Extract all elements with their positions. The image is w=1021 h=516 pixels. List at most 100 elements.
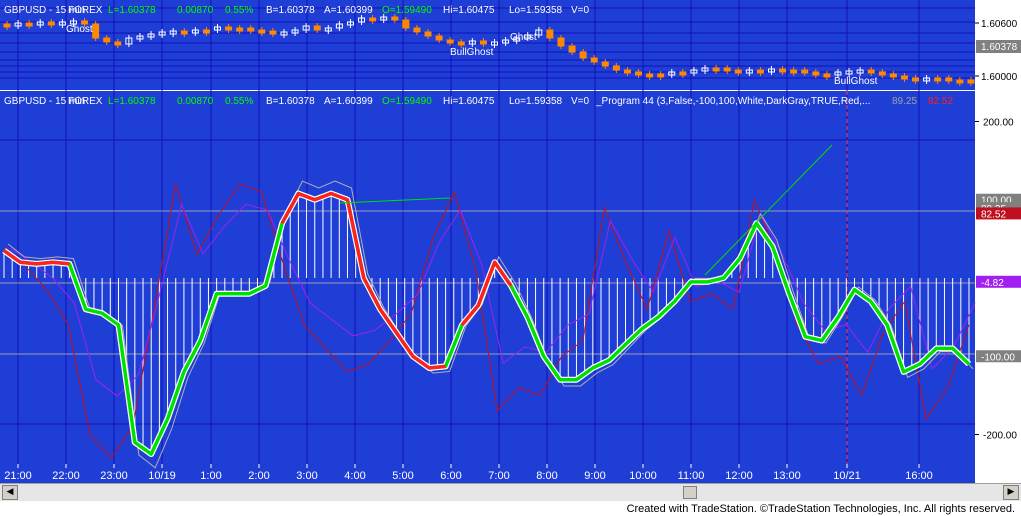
time-axis-label: 6:00 — [440, 470, 461, 482]
header-quote: Lo=1.59358 — [509, 96, 563, 107]
candle-body — [812, 71, 820, 76]
candle-body — [790, 69, 798, 74]
header-quote: Lo=1.59358 — [509, 5, 563, 16]
time-axis-label: 4:00 — [344, 470, 365, 482]
candle-body — [236, 27, 244, 32]
candle-body — [612, 65, 620, 71]
scroll-right-icon[interactable]: ▶ — [1003, 485, 1019, 500]
chart-market: FOREX — [68, 5, 103, 16]
candle-body — [568, 45, 576, 53]
candle-body — [546, 29, 554, 39]
time-axis-label: 10:00 — [629, 470, 657, 482]
header-quote: B=1.60378 — [266, 96, 315, 107]
time-axis-label: 7:00 — [488, 470, 509, 482]
indicator-value-label: -4.82 — [981, 278, 1004, 289]
time-axis-label: 3:00 — [296, 470, 317, 482]
header-quote: O=1.59490 — [382, 5, 432, 16]
candle-body — [202, 29, 210, 34]
candle-body — [712, 67, 720, 72]
candle-body — [734, 69, 742, 74]
candle-body — [269, 30, 277, 35]
candle-body — [391, 16, 399, 21]
copyright-footer: Created with TradeStation. ©TradeStation… — [626, 503, 1015, 515]
chart-canvas[interactable]: GBPUSD - 15 minFOREX L=1.60378 0.00870 0.55… — [0, 0, 1021, 516]
price-axis-label: 1.60600 — [981, 19, 1018, 30]
time-axis-label: 8:00 — [536, 470, 557, 482]
ghost-label: BullGhost — [834, 76, 878, 87]
candle-body — [369, 17, 377, 22]
candle-body — [92, 23, 100, 39]
header-quote: 0.55% — [225, 96, 253, 107]
time-axis-label: 21:00 — [4, 470, 32, 482]
candle-body — [878, 71, 886, 76]
time-axis-label: 16:00 — [905, 470, 933, 482]
candle-body — [590, 57, 598, 63]
header-quote: Hi=1.60475 — [443, 96, 495, 107]
candle-body — [47, 21, 55, 26]
candle-body — [180, 30, 188, 35]
candle-body — [413, 27, 421, 33]
time-axis-label: 9:00 — [584, 470, 605, 482]
candle-body — [258, 29, 266, 34]
header-quote: L=1.60378 — [108, 5, 156, 16]
indicator-value-label: 82.52 — [981, 209, 1006, 220]
header-quote: 0.00870 — [177, 96, 214, 107]
indicator-axis-label: 200.00 — [983, 117, 1014, 128]
candle-body — [601, 61, 609, 67]
price-axis-label: 1.60000 — [981, 72, 1018, 83]
candle-body — [867, 69, 875, 74]
indicator-value-label: -100.00 — [981, 352, 1015, 363]
indicator-pane-text: GBPUSD - 15 minFOREX L=1.60378 0.00870 0.55… — [4, 96, 953, 107]
time-axis-label: 23:00 — [100, 470, 128, 482]
header-quote: A=1.60399 — [324, 5, 373, 16]
candle-body — [723, 67, 731, 72]
time-axis-label: 12:00 — [725, 470, 753, 482]
candle-body — [823, 73, 831, 78]
candle-body — [956, 79, 964, 84]
candle-body — [679, 71, 687, 76]
candle-body — [557, 37, 565, 47]
time-axis-label: 22:00 — [52, 470, 80, 482]
candle-body — [657, 73, 665, 78]
time-axis-label: 10/19 — [148, 470, 176, 482]
time-axis-label: 5:00 — [392, 470, 413, 482]
candle-body — [945, 77, 953, 82]
candle-body — [756, 69, 764, 74]
time-axis-label: 13:00 — [773, 470, 801, 482]
header-quote: A=1.60399 — [324, 96, 373, 107]
candle-body — [435, 35, 443, 41]
candle-body — [225, 26, 233, 31]
candle-body — [579, 51, 587, 59]
time-axis-label: 10/21 — [833, 470, 861, 482]
header-quote: 0.00870 — [177, 5, 214, 16]
candle-body — [457, 41, 465, 46]
scroll-thumb[interactable] — [683, 486, 697, 499]
last-price-label: 1.60378 — [981, 42, 1018, 53]
study-value: 82.52 — [928, 96, 953, 107]
ghost-label: BullGhost — [450, 47, 494, 58]
indicator-axis-label: -200.00 — [983, 431, 1017, 442]
candle-body — [424, 31, 432, 37]
header-quote: B=1.60378 — [266, 5, 315, 16]
time-axis-label: 2:00 — [248, 470, 269, 482]
study-title: _Program 44 (3,False,-100,100,White,Dark… — [595, 96, 870, 107]
ghost-label: Ghost — [510, 32, 537, 43]
scroll-left-icon[interactable]: ◀ — [2, 485, 18, 500]
candle-body — [934, 77, 942, 82]
candle-body — [114, 41, 122, 46]
horizontal-scrollbar[interactable]: ◀ ▶ — [0, 483, 1021, 501]
time-axis-label: 11:00 — [678, 470, 705, 482]
candle-body — [889, 73, 897, 78]
header-quote: 0.55% — [225, 5, 253, 16]
chart-market: FOREX — [68, 96, 103, 107]
header-quote: O=1.59490 — [382, 96, 432, 107]
candle-body — [479, 40, 487, 45]
candle-body — [646, 73, 654, 78]
candle-body — [912, 77, 920, 82]
header-quote: V=0 — [571, 5, 590, 16]
tradestation-chart-window: GBPUSD - 15 min FOREX L=1.60378 0.00870 0.55… — [0, 0, 1021, 516]
candle-body — [103, 37, 111, 43]
header-quote: L=1.60378 — [108, 96, 156, 107]
candle-body — [313, 25, 321, 31]
candle-body — [900, 75, 908, 80]
